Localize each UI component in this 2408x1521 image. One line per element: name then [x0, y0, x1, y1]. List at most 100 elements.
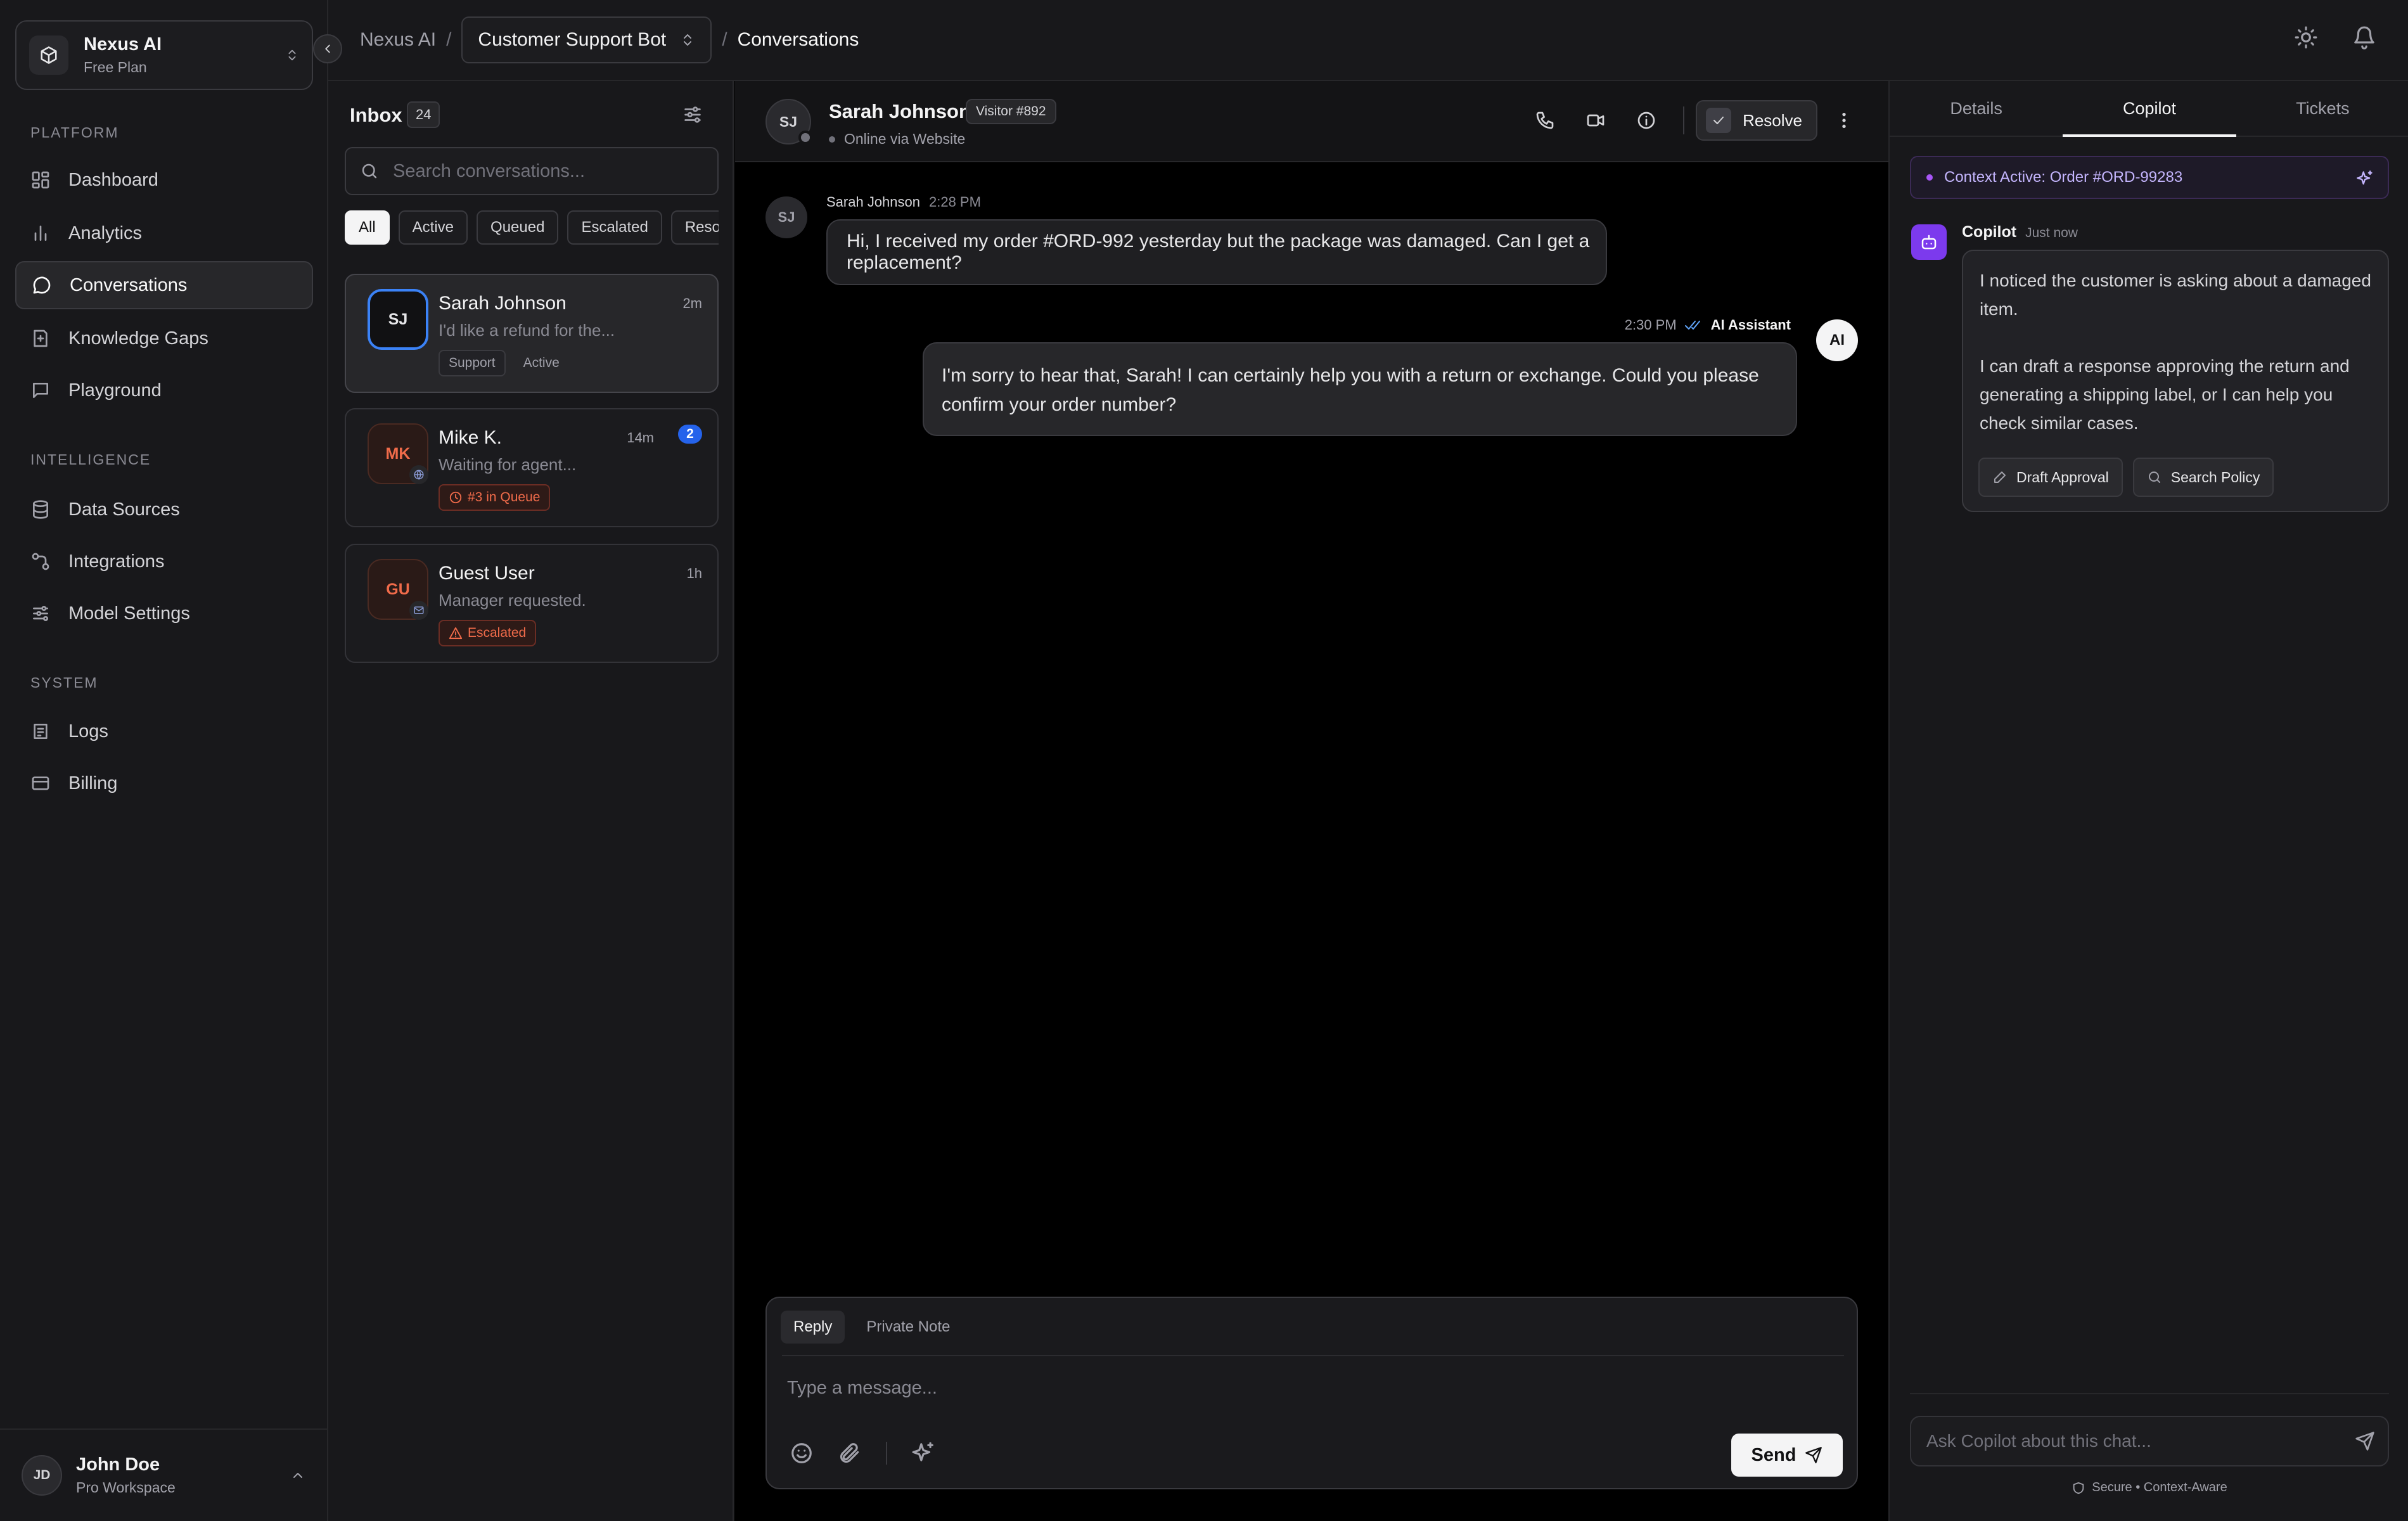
- queue-position-badge: #3 in Queue: [439, 484, 551, 511]
- call-button[interactable]: [1520, 100, 1570, 141]
- message-sender: Sarah Johnson: [826, 194, 920, 210]
- integration-icon: [30, 551, 51, 572]
- bell-icon[interactable]: [2352, 25, 2376, 49]
- nav-item-analytics[interactable]: Analytics: [15, 209, 313, 257]
- nav-item-label: Knowledge Gaps: [68, 328, 208, 349]
- emoji-icon[interactable]: [790, 1441, 814, 1465]
- shield-icon: [2072, 1481, 2085, 1495]
- paperclip-icon[interactable]: [838, 1441, 862, 1465]
- collapse-sidebar-button[interactable]: [313, 34, 342, 63]
- workspace-switcher[interactable]: Nexus AI Free Plan: [15, 20, 313, 90]
- nav-item-dashboard[interactable]: Dashboard: [15, 156, 313, 204]
- composer-tabs: Reply Private Note: [781, 1311, 963, 1344]
- bot-icon: [1911, 224, 1947, 260]
- nav-item-data-sources[interactable]: Data Sources: [15, 485, 313, 534]
- nav-item-label: Analytics: [68, 222, 143, 243]
- nav-item-billing[interactable]: Billing: [15, 759, 313, 807]
- send-button[interactable]: Send: [1731, 1434, 1843, 1477]
- tab-copilot[interactable]: Copilot: [2063, 81, 2236, 137]
- send-icon: [1805, 1446, 1822, 1464]
- divider: [1910, 1393, 2389, 1394]
- message-input[interactable]: [787, 1370, 1833, 1406]
- chat-header: SJ Sarah Johnson Visitor #892 Online via…: [735, 81, 1888, 162]
- tab-details[interactable]: Details: [1890, 81, 2063, 136]
- status-dot: [829, 136, 835, 143]
- nav-item-model-settings[interactable]: Model Settings: [15, 589, 313, 638]
- filter-settings-icon[interactable]: [682, 104, 703, 125]
- nav-item-knowledge-gaps[interactable]: Knowledge Gaps: [15, 314, 313, 363]
- top-bar: Nexus AI / Customer Support Bot / Conver…: [328, 0, 2408, 81]
- search-policy-button[interactable]: Search Policy: [2132, 458, 2274, 497]
- more-vertical-icon: [1834, 110, 1854, 131]
- video-icon: [1585, 110, 1606, 131]
- copilot-ask-field[interactable]: [1910, 1416, 2389, 1466]
- nav-item-conversations[interactable]: Conversations: [15, 261, 313, 309]
- conversation-item[interactable]: SJ Sarah Johnson 2m I'd like a refund fo…: [345, 274, 719, 393]
- info-button[interactable]: [1621, 100, 1672, 141]
- tab-reply[interactable]: Reply: [781, 1311, 845, 1344]
- nav-item-playground[interactable]: Playground: [15, 366, 313, 414]
- mail-icon: [409, 601, 428, 620]
- conversation-item[interactable]: MK Mike K. 14m 2 Waiting for agent... #3…: [345, 408, 719, 527]
- more-options-button[interactable]: [1825, 100, 1863, 141]
- conversation-item[interactable]: GU Guest User 1h Manager requested. Esca…: [345, 544, 719, 663]
- conversation-tags: Support Active: [439, 350, 570, 376]
- video-call-button[interactable]: [1570, 100, 1621, 141]
- sun-icon[interactable]: [2294, 25, 2318, 49]
- search-input[interactable]: [393, 160, 697, 182]
- message-bubble-customer: Hi, I received my order #ORD-992 yesterd…: [826, 219, 1607, 285]
- copilot-input[interactable]: [1926, 1431, 2332, 1451]
- sparkles-icon[interactable]: [911, 1441, 935, 1465]
- user-info: John Doe Pro Workspace: [76, 1454, 290, 1496]
- nav-item-label: Dashboard: [68, 169, 158, 190]
- draft-approval-button[interactable]: Draft Approval: [1978, 458, 2123, 497]
- filter-tab-resolved[interactable]: Resolved: [670, 210, 719, 245]
- tab-tickets[interactable]: Tickets: [2236, 81, 2408, 136]
- sidebar: Nexus AI Free Plan PLATFORM Dashboard An…: [0, 0, 342, 1521]
- composer-tools: [790, 1441, 935, 1465]
- status-indicator: [798, 131, 812, 144]
- bot-selector[interactable]: Customer Support Bot: [461, 16, 712, 63]
- nav-item-label: Integrations: [68, 551, 165, 572]
- visitor-badge: Visitor #892: [966, 99, 1056, 124]
- filter-tab-queued[interactable]: Queued: [477, 210, 559, 245]
- workspace-info: Nexus AI Free Plan: [84, 34, 285, 76]
- contact-initials: SJ: [779, 113, 798, 130]
- nav-item-label: Playground: [68, 380, 162, 401]
- search-icon: [360, 162, 379, 181]
- logs-icon: [30, 721, 51, 741]
- context-label: Context Active: Order #ORD-99283: [1944, 169, 2183, 186]
- nav-item-label: Billing: [68, 773, 118, 793]
- copilot-time: Just now: [2025, 226, 2078, 240]
- divider: [1683, 106, 1685, 134]
- nav-item-label: Conversations: [70, 274, 188, 295]
- copilot-actions: Draft Approval Search Policy: [1978, 458, 2274, 497]
- message-sender: AI Assistant: [1710, 317, 1791, 333]
- chevron-left-icon: [325, 44, 330, 53]
- conversation-search[interactable]: [345, 147, 719, 195]
- book-icon: [30, 328, 51, 349]
- send-icon[interactable]: [2355, 1431, 2375, 1451]
- message-time: 2:30 PM: [1624, 317, 1677, 333]
- conversation-time: 1h: [686, 565, 702, 581]
- context-banner: Context Active: Order #ORD-99283: [1910, 156, 2389, 199]
- workspace-name: Nexus AI: [84, 34, 162, 55]
- resolve-button[interactable]: Resolve: [1696, 100, 1817, 141]
- nav-item-integrations[interactable]: Integrations: [15, 537, 313, 586]
- filter-tab-all[interactable]: All: [345, 210, 390, 245]
- inbox-title: Inbox: [350, 104, 402, 126]
- filter-tab-escalated[interactable]: Escalated: [567, 210, 662, 245]
- nav-item-logs[interactable]: Logs: [15, 707, 313, 755]
- chat-icon: [32, 275, 52, 295]
- search-policy-label: Search Policy: [2170, 468, 2260, 485]
- conversation-time: 14m: [627, 430, 654, 446]
- breadcrumb-root[interactable]: Nexus AI: [360, 29, 436, 51]
- tag-support: Support: [439, 350, 506, 376]
- panel-tabs: Details Copilot Tickets: [1890, 81, 2408, 137]
- ai-avatar: AI: [1816, 319, 1858, 361]
- sliders-icon: [30, 603, 51, 624]
- tab-private-note[interactable]: Private Note: [854, 1311, 963, 1344]
- nav-section-system: SYSTEM: [30, 674, 98, 691]
- user-menu[interactable]: JD John Doe Pro Workspace: [0, 1428, 327, 1521]
- filter-tab-active[interactable]: Active: [398, 210, 468, 245]
